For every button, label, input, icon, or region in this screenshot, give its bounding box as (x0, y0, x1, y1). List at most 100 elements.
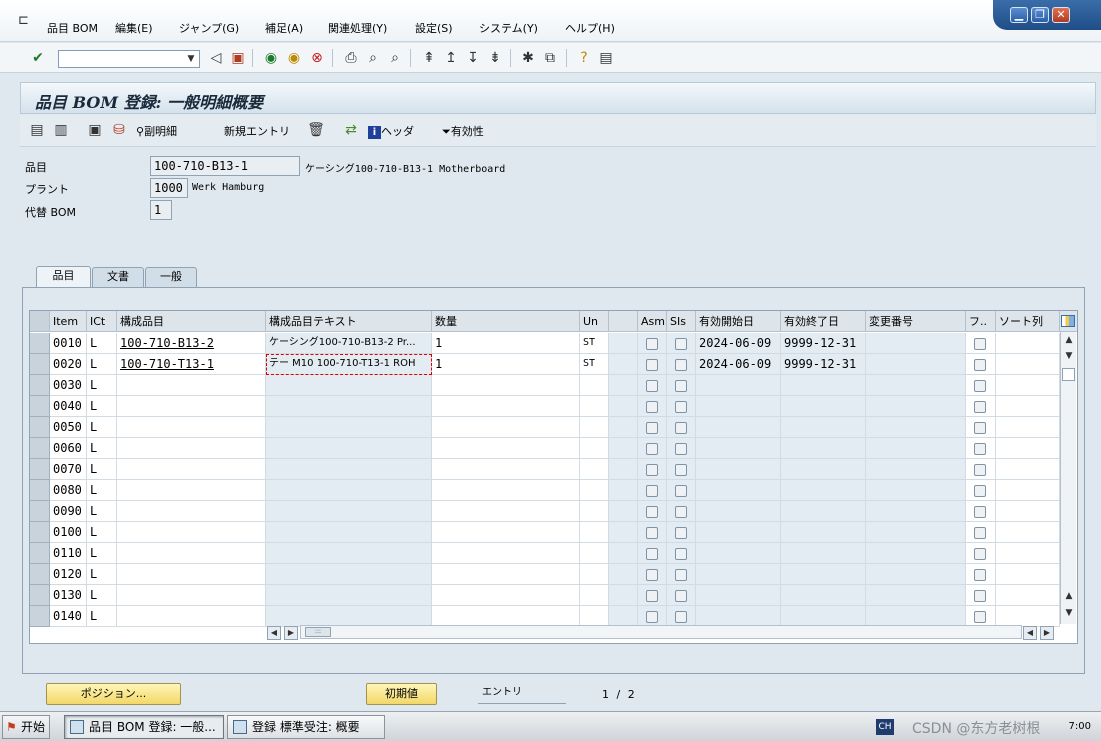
layout-menu-icon[interactable]: ▤ (597, 49, 615, 67)
assembly-checkbox[interactable] (646, 380, 658, 392)
close-icon[interactable]: ✕ (1052, 7, 1070, 23)
alt-bom-field[interactable]: 1 (150, 200, 172, 220)
assembly-checkbox[interactable] (646, 506, 658, 518)
assembly-checkbox[interactable] (646, 443, 658, 455)
cell-component[interactable] (117, 522, 266, 543)
cell-quantity[interactable] (432, 438, 580, 459)
subitems-checkbox[interactable] (675, 569, 687, 581)
menu-edit[interactable]: 編集(E) (115, 20, 153, 36)
cell-component[interactable] (117, 459, 266, 480)
flag-checkbox[interactable] (974, 485, 986, 497)
col-component-text[interactable]: 構成品目テキスト (266, 311, 432, 332)
cell-component[interactable] (117, 501, 266, 522)
scroll-thumb[interactable] (1062, 368, 1075, 381)
flag-checkbox[interactable] (974, 380, 986, 392)
assembly-checkbox[interactable] (646, 548, 658, 560)
horizontal-scroll-thumb[interactable]: ::: (305, 627, 331, 637)
ime-indicator[interactable]: CH (876, 719, 894, 735)
subitems-checkbox[interactable] (675, 422, 687, 434)
menu-material-bom[interactable]: 品目 BOM (47, 20, 98, 36)
row-selector[interactable] (30, 480, 50, 501)
header-button[interactable]: i ヘッダ (368, 123, 414, 139)
flag-checkbox[interactable] (974, 548, 986, 560)
flag-checkbox[interactable] (974, 590, 986, 602)
menu-extras[interactable]: 補足(A) (265, 20, 303, 36)
col-change-number[interactable]: 変更番号 (866, 311, 966, 332)
menu-help[interactable]: ヘルプ(H) (565, 20, 615, 36)
flag-checkbox[interactable] (974, 338, 986, 350)
cell-quantity[interactable] (432, 501, 580, 522)
initial-value-button[interactable]: 初期値 (366, 683, 437, 705)
next-page-icon[interactable]: ↧ (464, 49, 482, 67)
col-blank[interactable] (609, 311, 638, 332)
chevron-down-icon[interactable]: ▼ (185, 53, 197, 65)
scroll-right-icon[interactable]: ▶ (1040, 626, 1054, 640)
cell-quantity[interactable] (432, 585, 580, 606)
row-selector[interactable] (30, 522, 50, 543)
cell-quantity[interactable] (432, 564, 580, 585)
deselect-icon[interactable]: ⛁ (110, 121, 128, 139)
subitems-checkbox[interactable] (675, 359, 687, 371)
row-selector[interactable] (30, 417, 50, 438)
assembly-checkbox[interactable] (646, 611, 658, 623)
assembly-checkbox[interactable] (646, 422, 658, 434)
col-valid-from[interactable]: 有効開始日 (696, 311, 781, 332)
col-valid-to[interactable]: 有効終了日 (781, 311, 866, 332)
sub-detail-button[interactable]: ⚲副明細 (136, 123, 177, 139)
cell-component[interactable] (117, 543, 266, 564)
cell-component[interactable] (117, 585, 266, 606)
subitems-checkbox[interactable] (675, 485, 687, 497)
scroll-right-icon[interactable]: ▶ (284, 626, 298, 640)
first-page-icon[interactable]: ⇞ (420, 49, 438, 67)
flag-checkbox[interactable] (974, 443, 986, 455)
save-icon[interactable]: ▣ (229, 49, 247, 67)
row-selector[interactable] (30, 396, 50, 417)
new-entry-button[interactable]: 新規エントリ (224, 123, 290, 139)
assembly-checkbox[interactable] (646, 359, 658, 371)
col-component[interactable]: 構成品目 (117, 311, 266, 332)
cell-quantity[interactable] (432, 522, 580, 543)
col-subitems[interactable]: SIs (667, 311, 696, 332)
scroll-down-icon[interactable]: ▼ (1063, 607, 1075, 619)
flag-checkbox[interactable] (974, 506, 986, 518)
menu-system[interactable]: システム(Y) (479, 20, 538, 36)
new-session-icon[interactable]: ✱ (519, 49, 537, 67)
row-selector[interactable] (30, 354, 50, 375)
taskbar-window-sales-order[interactable]: 登録 標準受注: 概要 (227, 715, 385, 739)
item-detail-icon[interactable]: ▥ (52, 121, 70, 139)
scroll-down-icon[interactable]: ▼ (1063, 350, 1075, 362)
col-flag[interactable]: フ.. (966, 311, 996, 332)
taskbar-window-bom[interactable]: 品目 BOM 登録: 一般... (64, 715, 224, 739)
previous-page-icon[interactable]: ↥ (442, 49, 460, 67)
material-field[interactable]: 100-710-B13-1 (150, 156, 300, 176)
help-icon[interactable]: ? (575, 49, 593, 67)
col-sort-string[interactable]: ソート列 (996, 311, 1060, 332)
subitems-checkbox[interactable] (675, 590, 687, 602)
system-menu-icon[interactable]: ⊏ (18, 14, 34, 28)
cell-quantity[interactable]: 1 (432, 354, 580, 375)
cell-quantity[interactable] (432, 459, 580, 480)
row-selector[interactable] (30, 585, 50, 606)
col-item[interactable]: Item (50, 311, 87, 332)
col-assembly[interactable]: Asm (638, 311, 667, 332)
row-selector[interactable] (30, 606, 50, 627)
flag-checkbox[interactable] (974, 611, 986, 623)
position-button[interactable]: ポジション... (46, 683, 181, 705)
cell-component[interactable] (117, 417, 266, 438)
flag-checkbox[interactable] (974, 569, 986, 581)
cell-quantity[interactable] (432, 417, 580, 438)
scroll-up-icon[interactable]: ▲ (1063, 590, 1075, 602)
row-selector[interactable] (30, 375, 50, 396)
scroll-up-icon[interactable]: ▲ (1063, 334, 1075, 346)
menu-goto[interactable]: ジャンプ(G) (179, 20, 239, 36)
cancel-icon[interactable]: ⊗ (308, 49, 326, 67)
assembly-checkbox[interactable] (646, 401, 658, 413)
row-selector[interactable] (30, 543, 50, 564)
cell-quantity[interactable] (432, 396, 580, 417)
cell-component[interactable] (117, 564, 266, 585)
horizontal-scrollbar[interactable]: ::: (300, 625, 1022, 639)
subitems-checkbox[interactable] (675, 464, 687, 476)
col-item-category[interactable]: ICt (87, 311, 117, 332)
scroll-left-icon[interactable]: ◀ (1023, 626, 1037, 640)
col-quantity[interactable]: 数量 (432, 311, 580, 332)
